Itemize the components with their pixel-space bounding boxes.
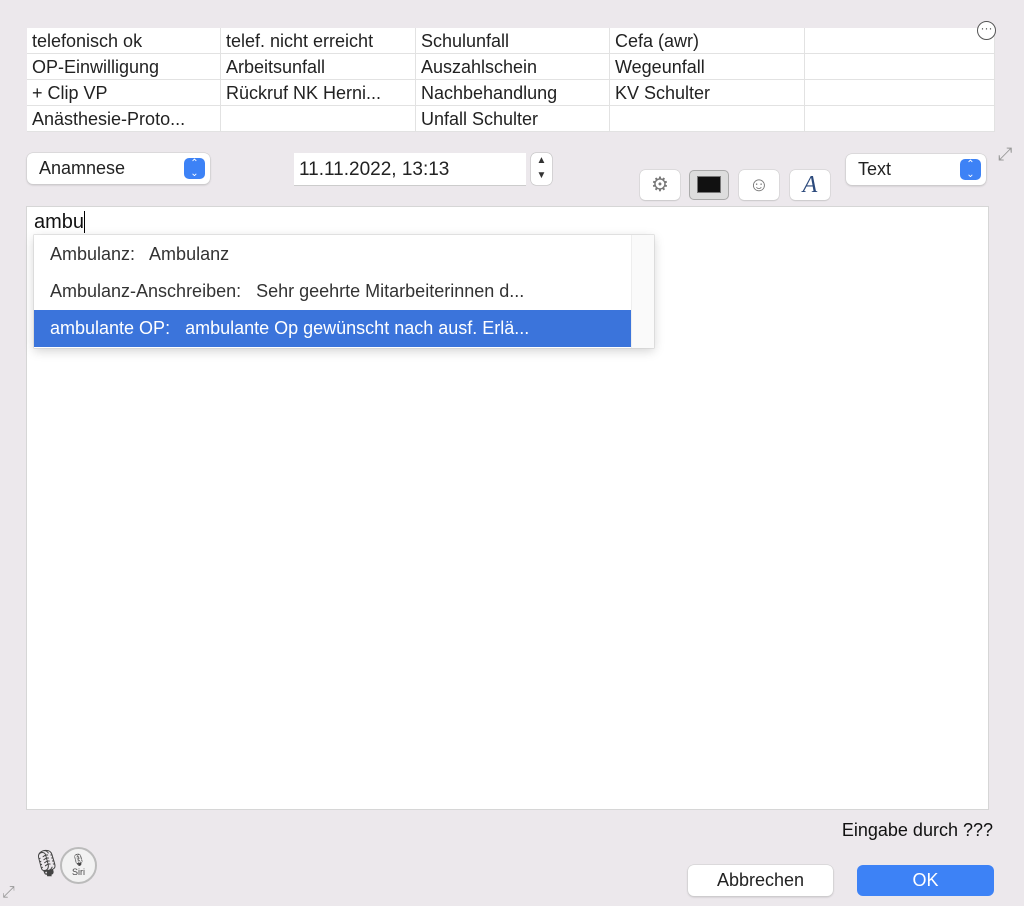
- typed-text: ambu: [34, 211, 86, 233]
- chevron-updown-icon: ⌃ ⌄: [184, 158, 205, 179]
- datetime-field[interactable]: 11.11.2022, 13:13: [294, 153, 526, 186]
- shortcut-cell[interactable]: Unfall Schulter: [416, 106, 610, 132]
- smiley-icon: ☺: [748, 174, 770, 196]
- shortcut-cell[interactable]: Arbeitsunfall: [221, 54, 416, 80]
- autocomplete-list: Ambulanz: Ambulanz Ambulanz-Anschreiben: …: [34, 235, 654, 348]
- settings-button[interactable]: ⚙: [640, 170, 680, 200]
- category-select[interactable]: Anamnese ⌃ ⌄: [27, 153, 210, 184]
- shortcut-cell[interactable]: Schulunfall: [416, 28, 610, 54]
- shortcut-cell[interactable]: [610, 106, 805, 132]
- expand-icon[interactable]: ⤢: [998, 144, 1012, 165]
- shortcut-cell[interactable]: + Clip VP: [27, 80, 221, 106]
- stepper-up-icon[interactable]: ▲: [531, 153, 552, 168]
- autocomplete-item[interactable]: ambulante OP: ambulante Op gewünscht nac…: [34, 310, 631, 347]
- font-icon: A: [802, 172, 818, 198]
- shortcut-cell[interactable]: Rückruf NK Herni...: [221, 80, 416, 106]
- shortcut-cell[interactable]: [805, 28, 995, 54]
- ok-button[interactable]: OK: [857, 865, 994, 896]
- shortcut-cell[interactable]: Nachbehandlung: [416, 80, 610, 106]
- datetime-stepper[interactable]: ▲ ▼: [531, 153, 552, 185]
- stepper-down-icon[interactable]: ▼: [531, 168, 552, 183]
- autocomplete-item[interactable]: Ambulanz-Anschreiben: Sehr geehrte Mitar…: [34, 273, 631, 310]
- shortcut-cell[interactable]: telefonisch ok: [27, 28, 221, 54]
- gear-icon: ⚙: [651, 174, 669, 196]
- shortcut-table: telefonisch ok telef. nicht erreicht Schul…: [27, 28, 995, 132]
- shortcut-cell[interactable]: Wegeunfall: [610, 54, 805, 80]
- shortcut-cell[interactable]: Anästhesie-Proto...: [27, 106, 221, 132]
- expand-icon[interactable]: ⤢: [2, 884, 15, 902]
- siri-icon: 🎙: [70, 853, 87, 867]
- microphone-icon[interactable]: 🎙: [30, 848, 63, 879]
- shortcut-cell[interactable]: [805, 80, 995, 106]
- autocomplete-scrollbar[interactable]: [631, 235, 654, 348]
- shortcut-cell[interactable]: telef. nicht erreicht: [221, 28, 416, 54]
- entered-by-label: Eingabe durch ???: [841, 820, 993, 840]
- more-options-button[interactable]: ···: [977, 21, 996, 40]
- shortcut-cell[interactable]: Cefa (awr): [610, 28, 805, 54]
- siri-label: Siri: [72, 867, 85, 877]
- shortcut-cell[interactable]: [805, 54, 995, 80]
- color-button[interactable]: [689, 170, 729, 200]
- siri-button[interactable]: 🎙 Siri: [60, 847, 97, 884]
- shortcut-cell[interactable]: Auszahlschein: [416, 54, 610, 80]
- shortcut-cell[interactable]: [221, 106, 416, 132]
- shortcut-cell[interactable]: KV Schulter: [610, 80, 805, 106]
- chevron-updown-icon: ⌃ ⌄: [960, 159, 981, 180]
- color-swatch-icon: [697, 175, 721, 193]
- cancel-button[interactable]: Abbrechen: [688, 865, 833, 896]
- shortcut-cell[interactable]: OP-Einwilligung: [27, 54, 221, 80]
- shortcut-cell[interactable]: [805, 106, 995, 132]
- category-select-value: Anamnese: [39, 158, 126, 178]
- font-button[interactable]: A: [790, 170, 830, 200]
- autocomplete-item[interactable]: Ambulanz: Ambulanz: [34, 236, 631, 273]
- emoji-button[interactable]: ☺: [739, 170, 779, 200]
- format-select[interactable]: Text ⌃ ⌄: [846, 154, 986, 185]
- ellipsis-circle-icon: ···: [980, 21, 993, 35]
- format-select-value: Text: [858, 159, 892, 179]
